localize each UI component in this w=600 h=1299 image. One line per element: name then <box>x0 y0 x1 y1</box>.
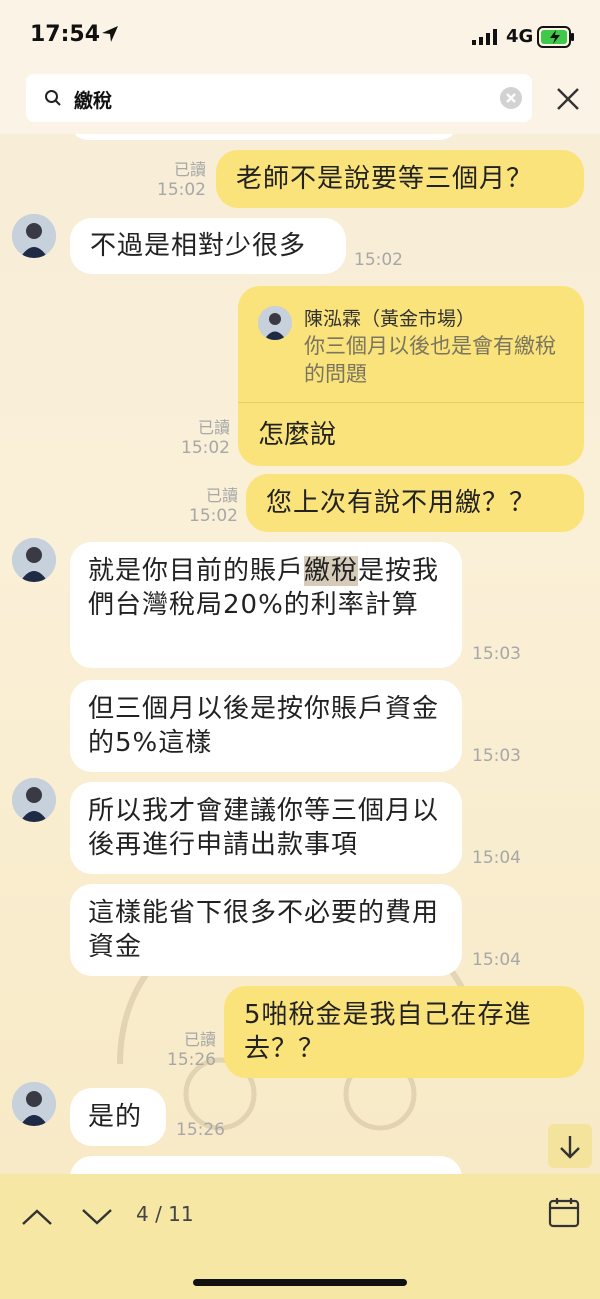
message-time: 15:04 <box>472 950 521 970</box>
quoted-sender-name: 陳泓霖（黃金市場） <box>304 308 476 330</box>
message-time: 15:26 <box>176 1120 225 1140</box>
chat-area[interactable]: 已讀 15:02 老師不是說要等三個月？ 不過是相對少很多 15:02 已讀 1… <box>0 134 600 1174</box>
message-meta: 已讀 15:02 <box>150 160 206 200</box>
reply-divider <box>238 402 584 403</box>
message-time: 15:03 <box>472 746 521 766</box>
status-bar: 17:54 4G <box>0 0 600 68</box>
message-time: 15:02 <box>157 180 206 200</box>
message-text: 就是你目前的賬戶 <box>88 556 305 586</box>
avatar[interactable] <box>12 778 56 822</box>
scroll-to-bottom-button[interactable] <box>548 1124 592 1168</box>
message-bubble[interactable]: 所以我才會建議你等三個月以後再進行申請出款事項 <box>70 782 462 874</box>
result-counter: 4 / 11 <box>136 1202 194 1226</box>
message-bubble-partial <box>70 134 458 140</box>
calendar-icon[interactable] <box>548 1196 580 1228</box>
status-time: 17:54 <box>30 22 101 47</box>
quoted-avatar <box>258 306 292 340</box>
message-bubble[interactable]: 這樣能省下很多不必要的費用資金 <box>70 884 462 976</box>
message-time: 15:26 <box>167 1050 216 1070</box>
avatar[interactable] <box>12 214 56 258</box>
message-time: 15:03 <box>472 644 521 664</box>
message-bubble[interactable]: 5啪稅金是我自己在存進去？？ <box>224 986 584 1078</box>
search-highlight: 繳稅 <box>304 556 359 586</box>
message-bubble[interactable]: 老師不是說要等三個月？ <box>216 150 584 208</box>
message-time: 15:02 <box>181 438 230 458</box>
home-indicator[interactable] <box>193 1279 407 1286</box>
battery-icon <box>537 26 574 48</box>
reply-text: 怎麼說 <box>258 420 337 450</box>
search-query: 繳稅 <box>74 90 113 112</box>
message-time: 15:04 <box>472 848 521 868</box>
search-icon <box>45 90 61 106</box>
message-bubble-partial <box>70 1156 462 1174</box>
message-meta: 已讀 15:26 <box>158 1030 216 1070</box>
message-meta: 已讀 15:02 <box>172 418 230 458</box>
location-arrow-icon <box>102 26 118 42</box>
read-status: 已讀 <box>205 486 238 505</box>
avatar[interactable] <box>12 1082 56 1126</box>
chevron-up-icon[interactable] <box>20 1206 54 1228</box>
message-meta: 已讀 15:02 <box>180 486 238 526</box>
read-status: 已讀 <box>197 418 230 437</box>
chevron-down-icon[interactable] <box>80 1206 114 1228</box>
search-bar-area: 繳稅 <box>0 68 600 134</box>
message-time: 15:02 <box>189 506 238 526</box>
message-bubble[interactable]: 不過是相對少很多 <box>70 218 346 274</box>
message-bubble[interactable]: 但三個月以後是按你賬戶資金的5%這樣 <box>70 680 462 772</box>
message-bubble[interactable]: 您上次有說不用繳？？ <box>246 474 584 532</box>
message-bubble[interactable]: 就是你目前的賬戶繳稅是按我們台灣稅局20%的利率計算 <box>70 542 462 668</box>
reply-message-bubble[interactable]: 陳泓霖（黃金市場） 你三個月以後也是會有繳稅的問題 怎麼說 <box>238 286 584 466</box>
avatar[interactable] <box>12 538 56 582</box>
close-icon[interactable] <box>555 86 581 112</box>
quoted-text: 你三個月以後也是會有繳稅的問題 <box>304 334 556 386</box>
clear-search-button[interactable] <box>500 87 522 109</box>
clear-icon <box>506 93 516 103</box>
arrow-down-icon <box>560 1136 580 1159</box>
message-bubble[interactable]: 是的 <box>70 1088 166 1146</box>
read-status: 已讀 <box>183 1030 216 1049</box>
network-type: 4G <box>506 26 534 47</box>
read-status: 已讀 <box>173 160 206 179</box>
message-time: 15:02 <box>354 250 403 270</box>
search-input[interactable]: 繳稅 <box>26 74 532 122</box>
signal-icon <box>472 29 497 45</box>
